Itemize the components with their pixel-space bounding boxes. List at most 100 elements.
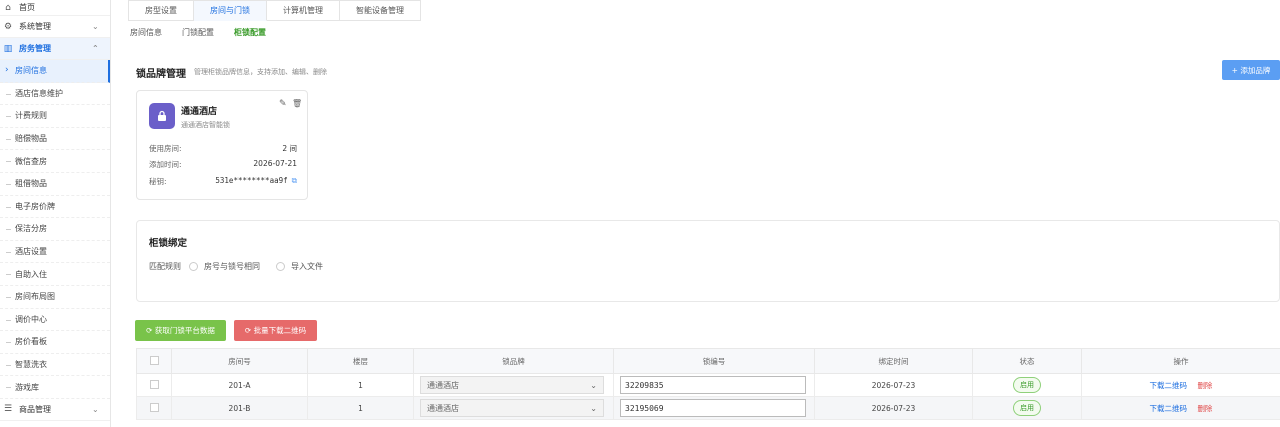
subtab-cabinet-lock[interactable]: 柜锁配置 [234, 27, 266, 38]
radio-same-number[interactable] [189, 262, 198, 271]
sidebar-subitem[interactable]: 智慧洗衣 [0, 354, 110, 377]
sidebar-subitem-room-info[interactable]: 房间信息 [0, 60, 110, 83]
sidebar-item-label: 系统管理 [19, 22, 51, 31]
binding-rule: 匹配规则 房号与锁号相同 导入文件 [149, 261, 323, 272]
tab-room-type[interactable]: 房型设置 [128, 0, 194, 21]
sidebar-subitem-label: 赔偿物品 [15, 134, 47, 144]
select-all-checkbox-cell [136, 348, 172, 374]
info-label: 秘钥: [149, 177, 167, 186]
info-value: 2 间 [282, 144, 297, 153]
sidebar-subitem-label: 房间信息 [15, 66, 47, 76]
sidebar-subitem[interactable]: 赔偿物品 [0, 128, 110, 151]
info-label: 使用房间: [149, 144, 182, 153]
brand-select[interactable]: 通通酒店 ⌄ [420, 376, 604, 394]
bind-time-cell: 2026-07-23 [814, 373, 973, 397]
brand-card: 通通酒店 通通酒店智能锁 ✎ 🗑 使用房间: 2 间 添加时间: 2026-07… [136, 90, 308, 200]
delete-link[interactable]: 删除 [1197, 381, 1212, 390]
column-header: 楼层 [307, 348, 414, 374]
tab-computer[interactable]: 计算机管理 [267, 0, 340, 21]
fetch-lock-data-button[interactable]: ⟳ 获取门锁平台数据 [135, 320, 226, 341]
sidebar-subitem[interactable]: 游戏库 [0, 376, 110, 399]
sidebar-subitem[interactable]: 计费规则 [0, 105, 110, 128]
lock-number-input[interactable]: 32195069 [620, 399, 806, 417]
sidebar-subitem-label: 游戏库 [15, 382, 39, 392]
sidebar-item-home[interactable]: ⌂ 首页 [0, 0, 110, 16]
sidebar-item-goods[interactable]: ☰ 商品管理 ⌄ [0, 399, 110, 421]
info-row-added: 添加时间: 2026-07-21 [149, 159, 297, 170]
subtab-door-lock[interactable]: 门锁配置 [182, 27, 214, 38]
sidebar-subitem[interactable]: 自助入住 [0, 263, 110, 286]
info-value-wrap: 531e********aa9f ⧉ [215, 176, 297, 187]
delete-link[interactable]: 删除 [1197, 404, 1212, 413]
binding-table: 房间号 楼层 锁品牌 锁编号 绑定时间 状态 操作 201-A 1 通通酒店 ⌄ … [136, 348, 1280, 420]
sub-tabs: 房间信息 门锁配置 柜锁配置 [130, 27, 266, 38]
brand-select-value: 通通酒店 [427, 380, 459, 390]
sidebar: ⌂ 首页 ⚙ 系统管理 ⌄ ▥ 房务管理 ⌃ 房间信息 酒店信息维护 计费规则 … [0, 0, 111, 427]
download-qr-link[interactable]: 下载二维码 [1150, 404, 1188, 413]
sidebar-subitem-label: 微信查房 [15, 156, 47, 166]
bind-time-cell: 2026-07-23 [814, 396, 973, 420]
column-header: 绑定时间 [814, 348, 973, 374]
subtab-room-info[interactable]: 房间信息 [130, 27, 162, 38]
add-brand-button[interactable]: + 添加品牌 [1222, 60, 1280, 80]
sidebar-subitem[interactable]: 房间布局图 [0, 286, 110, 309]
building-icon: ▥ [3, 43, 13, 54]
lock-icon [149, 103, 175, 129]
sidebar-subitem[interactable]: 酒店信息维护 [0, 83, 110, 106]
row-checkbox[interactable] [149, 379, 159, 389]
brand-name: 通通酒店 [181, 107, 218, 117]
binding-section: 柜锁绑定 匹配规则 房号与锁号相同 导入文件 [136, 220, 1280, 302]
info-row-rooms: 使用房间: 2 间 [149, 143, 297, 154]
sidebar-subitem[interactable]: 电子房价牌 [0, 196, 110, 219]
tab-smart-device[interactable]: 智能设备管理 [340, 0, 421, 21]
section-title: 锁品牌管理 [136, 69, 186, 80]
column-header: 锁品牌 [413, 348, 614, 374]
row-checkbox[interactable] [149, 402, 159, 412]
chevron-down-icon: ⌄ [92, 404, 99, 414]
sidebar-subitem-label: 电子房价牌 [15, 201, 55, 211]
sidebar-subitem[interactable]: 房价看板 [0, 331, 110, 354]
brand-select[interactable]: 通通酒店 ⌄ [420, 399, 604, 417]
checkbox-cell [136, 396, 172, 420]
sidebar-item-room-mgmt[interactable]: ▥ 房务管理 ⌃ [0, 38, 110, 60]
brand-subtitle: 通通酒店智能锁 [181, 121, 230, 129]
batch-download-qr-button[interactable]: ⟳ 批量下载二维码 [234, 320, 317, 341]
key-value: 531e********aa9f [215, 176, 288, 185]
top-tabs: 房型设置 房间与门锁 计算机管理 智能设备管理 [128, 0, 421, 21]
chevron-down-icon: ⌄ [590, 403, 597, 413]
operation-cell: 下载二维码 删除 [1081, 373, 1280, 397]
room-cell: 201-A [171, 373, 308, 397]
lock-no-cell: 32209835 [613, 373, 815, 397]
trash-icon[interactable]: 🗑 [292, 99, 302, 108]
sidebar-subitem[interactable]: 调价中心 [0, 309, 110, 332]
binding-title: 柜锁绑定 [149, 238, 188, 249]
database-icon: ☰ [3, 404, 13, 415]
copy-icon[interactable]: ⧉ [292, 176, 297, 185]
sidebar-subitem-label: 租借物品 [15, 179, 47, 189]
chevron-down-icon: ⌄ [92, 22, 99, 31]
sidebar-subitem[interactable]: 租借物品 [0, 173, 110, 196]
select-all-checkbox[interactable] [149, 355, 159, 365]
lock-no-cell: 32195069 [613, 396, 815, 420]
sidebar-item-system[interactable]: ⚙ 系统管理 ⌄ [0, 16, 110, 38]
sidebar-subitem[interactable]: 保洁分房 [0, 218, 110, 241]
gear-icon: ⚙ [3, 21, 13, 32]
download-qr-link[interactable]: 下载二维码 [1150, 381, 1188, 390]
sidebar-item-label: 房务管理 [19, 44, 51, 53]
radio-label: 房号与锁号相同 [204, 262, 260, 271]
room-cell: 201-B [171, 396, 308, 420]
chevron-down-icon: ⌄ [590, 380, 597, 390]
sidebar-subitem-label: 房间布局图 [15, 292, 55, 302]
radio-import-file[interactable] [276, 262, 285, 271]
info-row-key: 秘钥: 531e********aa9f ⧉ [149, 176, 297, 187]
info-label: 添加时间: [149, 160, 182, 169]
lock-number-input[interactable]: 32209835 [620, 376, 806, 394]
sidebar-subitem-label: 酒店设置 [15, 247, 47, 257]
sidebar-subitem[interactable]: 酒店设置 [0, 241, 110, 264]
status-cell: 启用 [972, 373, 1082, 397]
column-header: 锁编号 [613, 348, 815, 374]
tab-room-lock[interactable]: 房间与门锁 [194, 0, 267, 21]
edit-icon[interactable]: ✎ [279, 99, 287, 109]
sidebar-subitem-label: 房价看板 [15, 337, 47, 347]
sidebar-subitem[interactable]: 微信查房 [0, 150, 110, 173]
